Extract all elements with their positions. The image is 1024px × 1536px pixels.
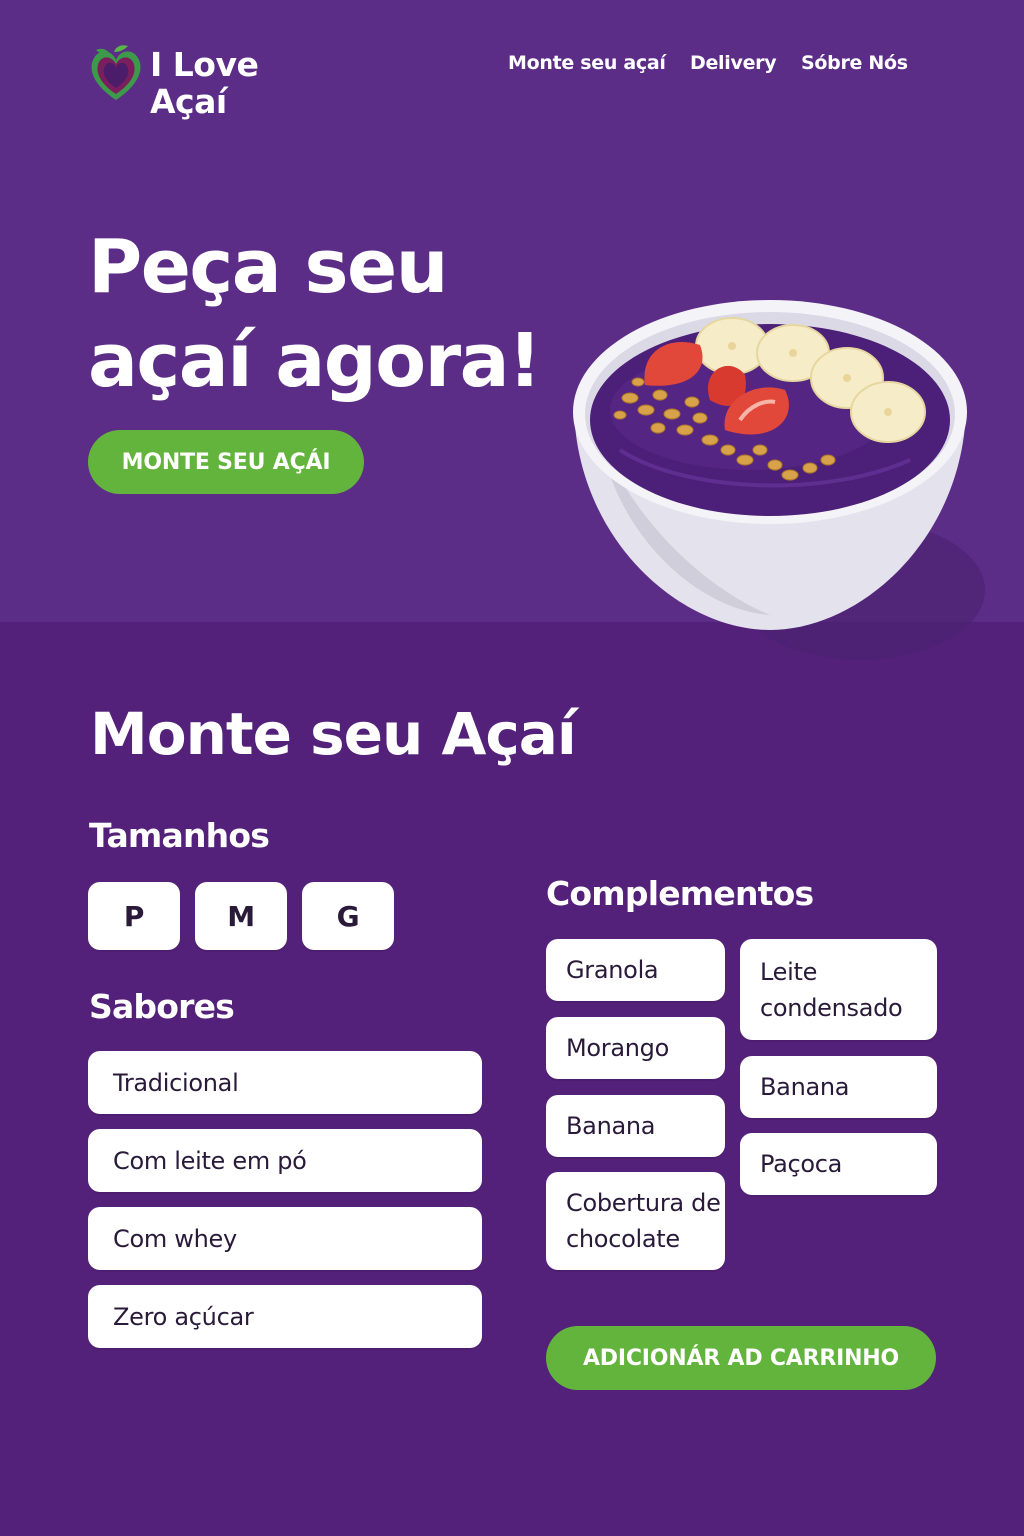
acai-bowl-image xyxy=(573,300,985,660)
brand-line2: Açaí xyxy=(150,82,227,121)
size-button-p[interactable]: P xyxy=(88,882,180,950)
main-nav: Monte seu açaí Delivery Sóbre Nós xyxy=(0,52,1024,82)
flavor-option-leite-em-po[interactable]: Com leite em pó xyxy=(88,1129,482,1192)
complement-option-morango[interactable]: Morango xyxy=(546,1017,725,1079)
nav-link-monte-seu-acai[interactable]: Monte seu açaí xyxy=(508,52,666,74)
complement-option-banana-2[interactable]: Banana xyxy=(740,1056,937,1118)
flavor-option-tradicional[interactable]: Tradicional xyxy=(88,1051,482,1114)
nav-link-delivery[interactable]: Delivery xyxy=(690,52,777,74)
complement-option-banana[interactable]: Banana xyxy=(546,1095,725,1157)
flavors-heading: Sabores xyxy=(89,987,235,1026)
hero-title-line1: Peça seu xyxy=(88,224,448,310)
complement-option-granola[interactable]: Granola xyxy=(546,939,725,1001)
add-to-cart-button[interactable]: ADICIONÁR AD CARRINHO xyxy=(546,1326,936,1390)
hero-title-line2: açaí agora! xyxy=(88,318,542,404)
nav-link-sobre-nos[interactable]: Sóbre Nós xyxy=(801,52,908,74)
size-button-m[interactable]: M xyxy=(195,882,287,950)
hero-title: Peça seu açaí agora! xyxy=(88,220,558,408)
builder-title: Monte seu Açaí xyxy=(90,700,577,768)
complement-option-pacoca[interactable]: Paçoca xyxy=(740,1133,937,1195)
flavor-option-zero-acucar[interactable]: Zero açúcar xyxy=(88,1285,482,1348)
complement-option-leite-condensado[interactable]: Leite condensado xyxy=(740,939,937,1040)
complements-heading: Complementos xyxy=(546,874,814,913)
hero-cta-button[interactable]: MONTE SEU AÇÁI xyxy=(88,430,364,494)
complement-option-cobertura-chocolate[interactable]: Cobertura de chocolate xyxy=(546,1172,725,1270)
sizes-heading: Tamanhos xyxy=(89,816,270,855)
flavor-option-whey[interactable]: Com whey xyxy=(88,1207,482,1270)
size-button-g[interactable]: G xyxy=(302,882,394,950)
